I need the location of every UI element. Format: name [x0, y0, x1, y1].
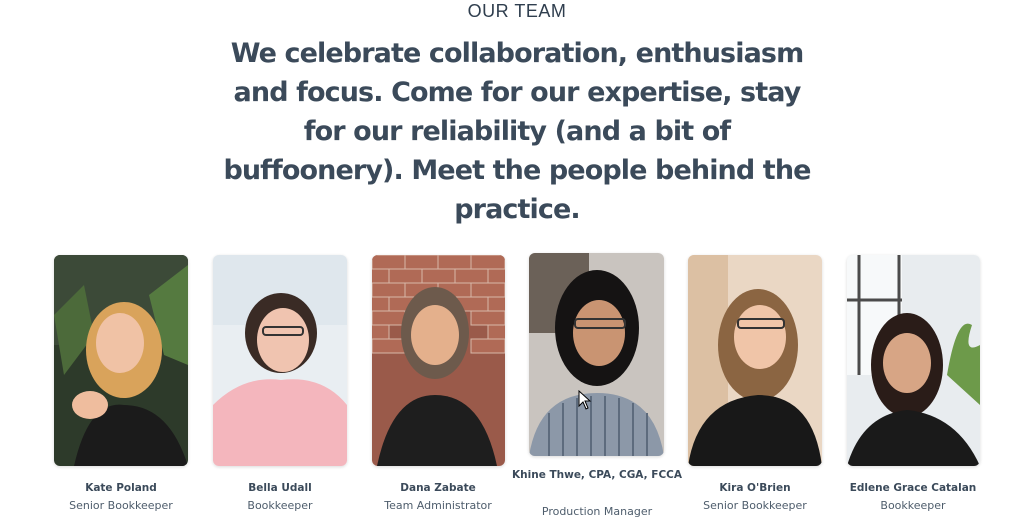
- team-photo-bella-udall[interactable]: [213, 255, 347, 466]
- team-photo-kate-poland[interactable]: [54, 255, 188, 466]
- team-photo-kira-obrien[interactable]: [688, 255, 822, 466]
- member-role: Bookkeeper: [880, 499, 946, 512]
- mouse-pointer-icon: [578, 390, 592, 410]
- team-photo-khine-thwe[interactable]: [529, 253, 664, 456]
- team-photo-edlene-grace-catalan[interactable]: [847, 255, 980, 466]
- team-photo-dana-zabate[interactable]: [372, 255, 505, 466]
- member-name: Edlene Grace Catalan: [849, 482, 977, 494]
- team-grid: Kate Poland Senior Bookkeeper Bella Udal…: [0, 0, 1024, 529]
